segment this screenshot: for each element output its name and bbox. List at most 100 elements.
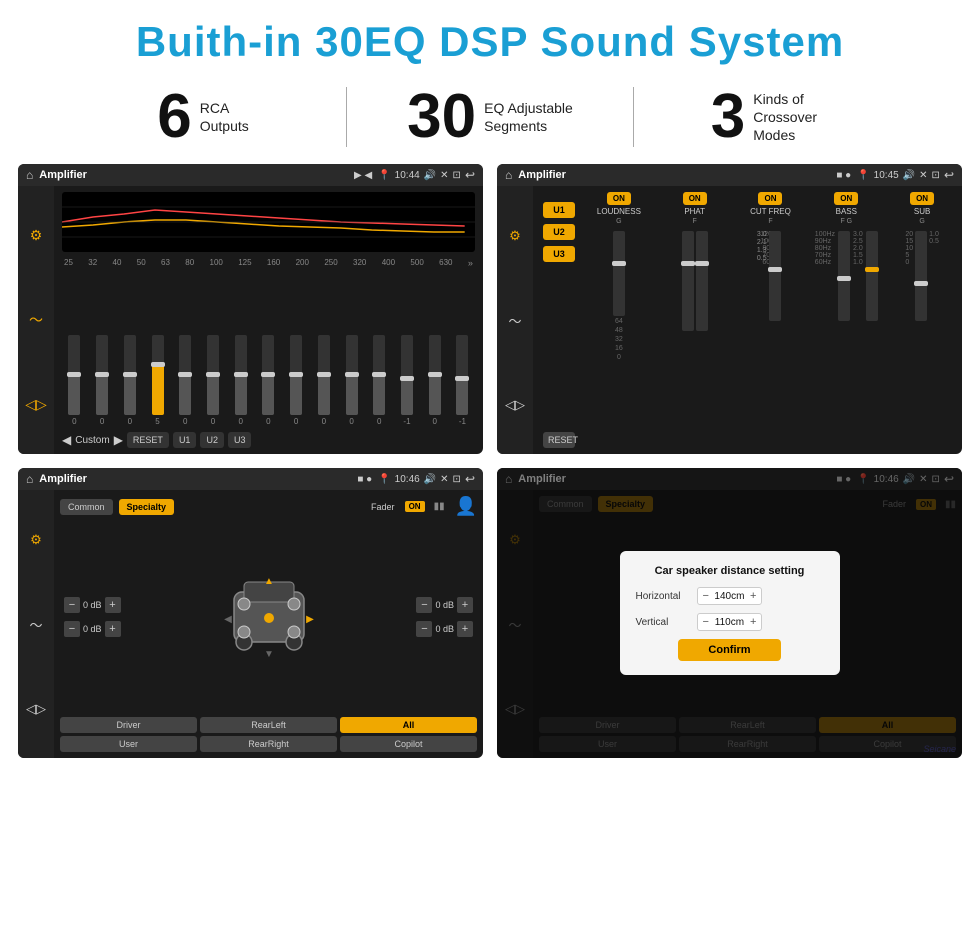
vertical-minus[interactable]: − [703,616,709,628]
common-wave-icon[interactable]: 〜 [29,615,42,634]
location-icon-2: 📍 [857,170,869,181]
db-minus-4[interactable]: − [416,621,432,637]
expand-icon[interactable]: » [468,258,473,268]
svg-text:▼: ▼ [264,649,274,660]
prev-button[interactable]: ◀ [62,433,71,447]
db-plus-4[interactable]: + [457,621,473,637]
slider-track-10[interactable] [318,335,330,415]
common-screen-content: ⚙ 〜 ◁▷ Common Specialty Fader ON ▮▮ 👤 [18,490,483,758]
slider-track-9[interactable] [290,335,302,415]
sub-on[interactable]: ON [910,192,934,205]
sub-sliders: 20151050 1.00.5 [905,231,939,361]
slider-track-4[interactable] [152,335,164,415]
status-icons-1: 📍 10:44 🔊 ✕ ⊡ ↩ [378,168,475,182]
back-icon-1[interactable]: ↩ [465,168,475,182]
all-btn[interactable]: All [340,717,477,733]
amp-balance-icon[interactable]: ◁▷ [505,397,525,413]
cutfreq-sliders: 120Hz100Hz80Hz70Hz60Hz 3.0 2.1 1.3 0.5 [760,231,780,361]
loudness-slider-1: 64 48 32 16 0 [613,231,625,361]
u1-button-1[interactable]: U1 [173,432,197,448]
horizontal-minus[interactable]: − [703,590,709,602]
eq-sliders: 0 0 0 [62,272,475,426]
rearleft-btn[interactable]: RearLeft [200,717,337,733]
eq-wave-icon[interactable]: 〜 [29,310,43,330]
status-icons-3: 📍 10:46 🔊 ✕ ⊡ ↩ [378,472,475,486]
play-icon-1: ▶ ◀ [354,170,372,181]
slider-track-11[interactable] [346,335,358,415]
specialty-tab-btn[interactable]: Specialty [119,499,175,515]
slider-track-8[interactable] [262,335,274,415]
screen-eq: ⌂ Amplifier ▶ ◀ 📍 10:44 🔊 ✕ ⊡ ↩ ⚙ 〜 ◁▷ [18,164,483,454]
status-icons-2: 📍 10:45 🔊 ✕ ⊡ ↩ [857,168,954,182]
eq-freq-labels: 25 32 40 50 63 80 100 125 160 200 250 32… [62,258,475,268]
eq-balance-icon[interactable]: ◁▷ [25,396,47,413]
db-plus-3[interactable]: + [457,597,473,613]
slider-track-14[interactable] [429,335,441,415]
back-icon-2[interactable]: ↩ [944,168,954,182]
bass-on[interactable]: ON [834,192,858,205]
slider-col-10: 0 [318,335,330,426]
common-settings-icon[interactable]: ⚙ [30,532,42,548]
slider-track-13[interactable] [401,335,413,415]
screen1-title: Amplifier [39,169,348,181]
next-button[interactable]: ▶ [114,433,123,447]
slider-track-7[interactable] [235,335,247,415]
slider-track-6[interactable] [207,335,219,415]
reset-btn-2[interactable]: RESET [543,432,575,448]
db-minus-3[interactable]: − [416,597,432,613]
eq-main: 25 32 40 50 63 80 100 125 160 200 250 32… [54,186,483,454]
u2-preset[interactable]: U2 [543,224,575,240]
fader-on-btn[interactable]: ON [405,501,425,512]
cutfreq-on[interactable]: ON [758,192,782,205]
vertical-value: 110cm [712,617,747,628]
back-icon-3[interactable]: ↩ [465,472,475,486]
slider-track-15[interactable] [456,335,468,415]
u3-button-1[interactable]: U3 [228,432,252,448]
slider-track-5[interactable] [179,335,191,415]
rearright-btn[interactable]: RearRight [200,736,337,752]
reset-button-1[interactable]: RESET [127,432,169,448]
horizontal-value: 140cm [712,591,747,602]
common-tab-btn[interactable]: Common [60,499,113,515]
slider-track-3[interactable] [124,335,136,415]
common-balance-icon[interactable]: ◁▷ [26,701,46,717]
amp-presets: U1 U2 U3 RESET [539,192,579,448]
horizontal-plus[interactable]: + [750,590,756,602]
phat-on[interactable]: ON [683,192,707,205]
stat-rca-desc: RCA Outputs [200,99,249,135]
slider-track-2[interactable] [96,335,108,415]
home-icon-1[interactable]: ⌂ [26,168,33,182]
slider-col-9: 0 [290,335,302,426]
stat-eq: 30 EQ Adjustable Segments [347,86,633,148]
close-icon-3: ✕ [440,474,448,485]
home-icon-2[interactable]: ⌂ [505,168,512,182]
vertical-label: Vertical [636,617,691,628]
close-icon-1: ✕ [440,170,448,181]
stat-eq-number: 30 [407,86,476,148]
amp-settings-icon[interactable]: ⚙ [509,228,521,244]
u1-preset[interactable]: U1 [543,202,575,218]
volume-icon-3: 🔊 [424,474,436,485]
amp-wave-icon[interactable]: 〜 [508,311,521,330]
db-minus-1[interactable]: − [64,597,80,613]
loudness-on[interactable]: ON [607,192,631,205]
copilot-btn[interactable]: Copilot [340,736,477,752]
slider-track-1[interactable] [68,335,80,415]
confirm-button[interactable]: Confirm [678,639,780,661]
user-btn[interactable]: User [60,736,197,752]
slider-track-12[interactable] [373,335,385,415]
eq-settings-icon[interactable]: ⚙ [30,227,43,244]
u3-preset[interactable]: U3 [543,246,575,262]
driver-btn[interactable]: Driver [60,717,197,733]
db-minus-2[interactable]: − [64,621,80,637]
screen3-title: Amplifier [39,473,351,485]
slider-col-8: 0 [262,335,274,426]
slider-col-3: 0 [124,335,136,426]
status-bar-2: ⌂ Amplifier ■ ● 📍 10:45 🔊 ✕ ⊡ ↩ [497,164,962,186]
bass-sliders: 100Hz90Hz80Hz70Hz60Hz 3.02.52.01.51.0 [815,231,878,361]
db-plus-2[interactable]: + [105,621,121,637]
vertical-plus[interactable]: + [750,616,756,628]
db-plus-1[interactable]: + [105,597,121,613]
home-icon-3[interactable]: ⌂ [26,472,33,486]
u2-button-1[interactable]: U2 [200,432,224,448]
